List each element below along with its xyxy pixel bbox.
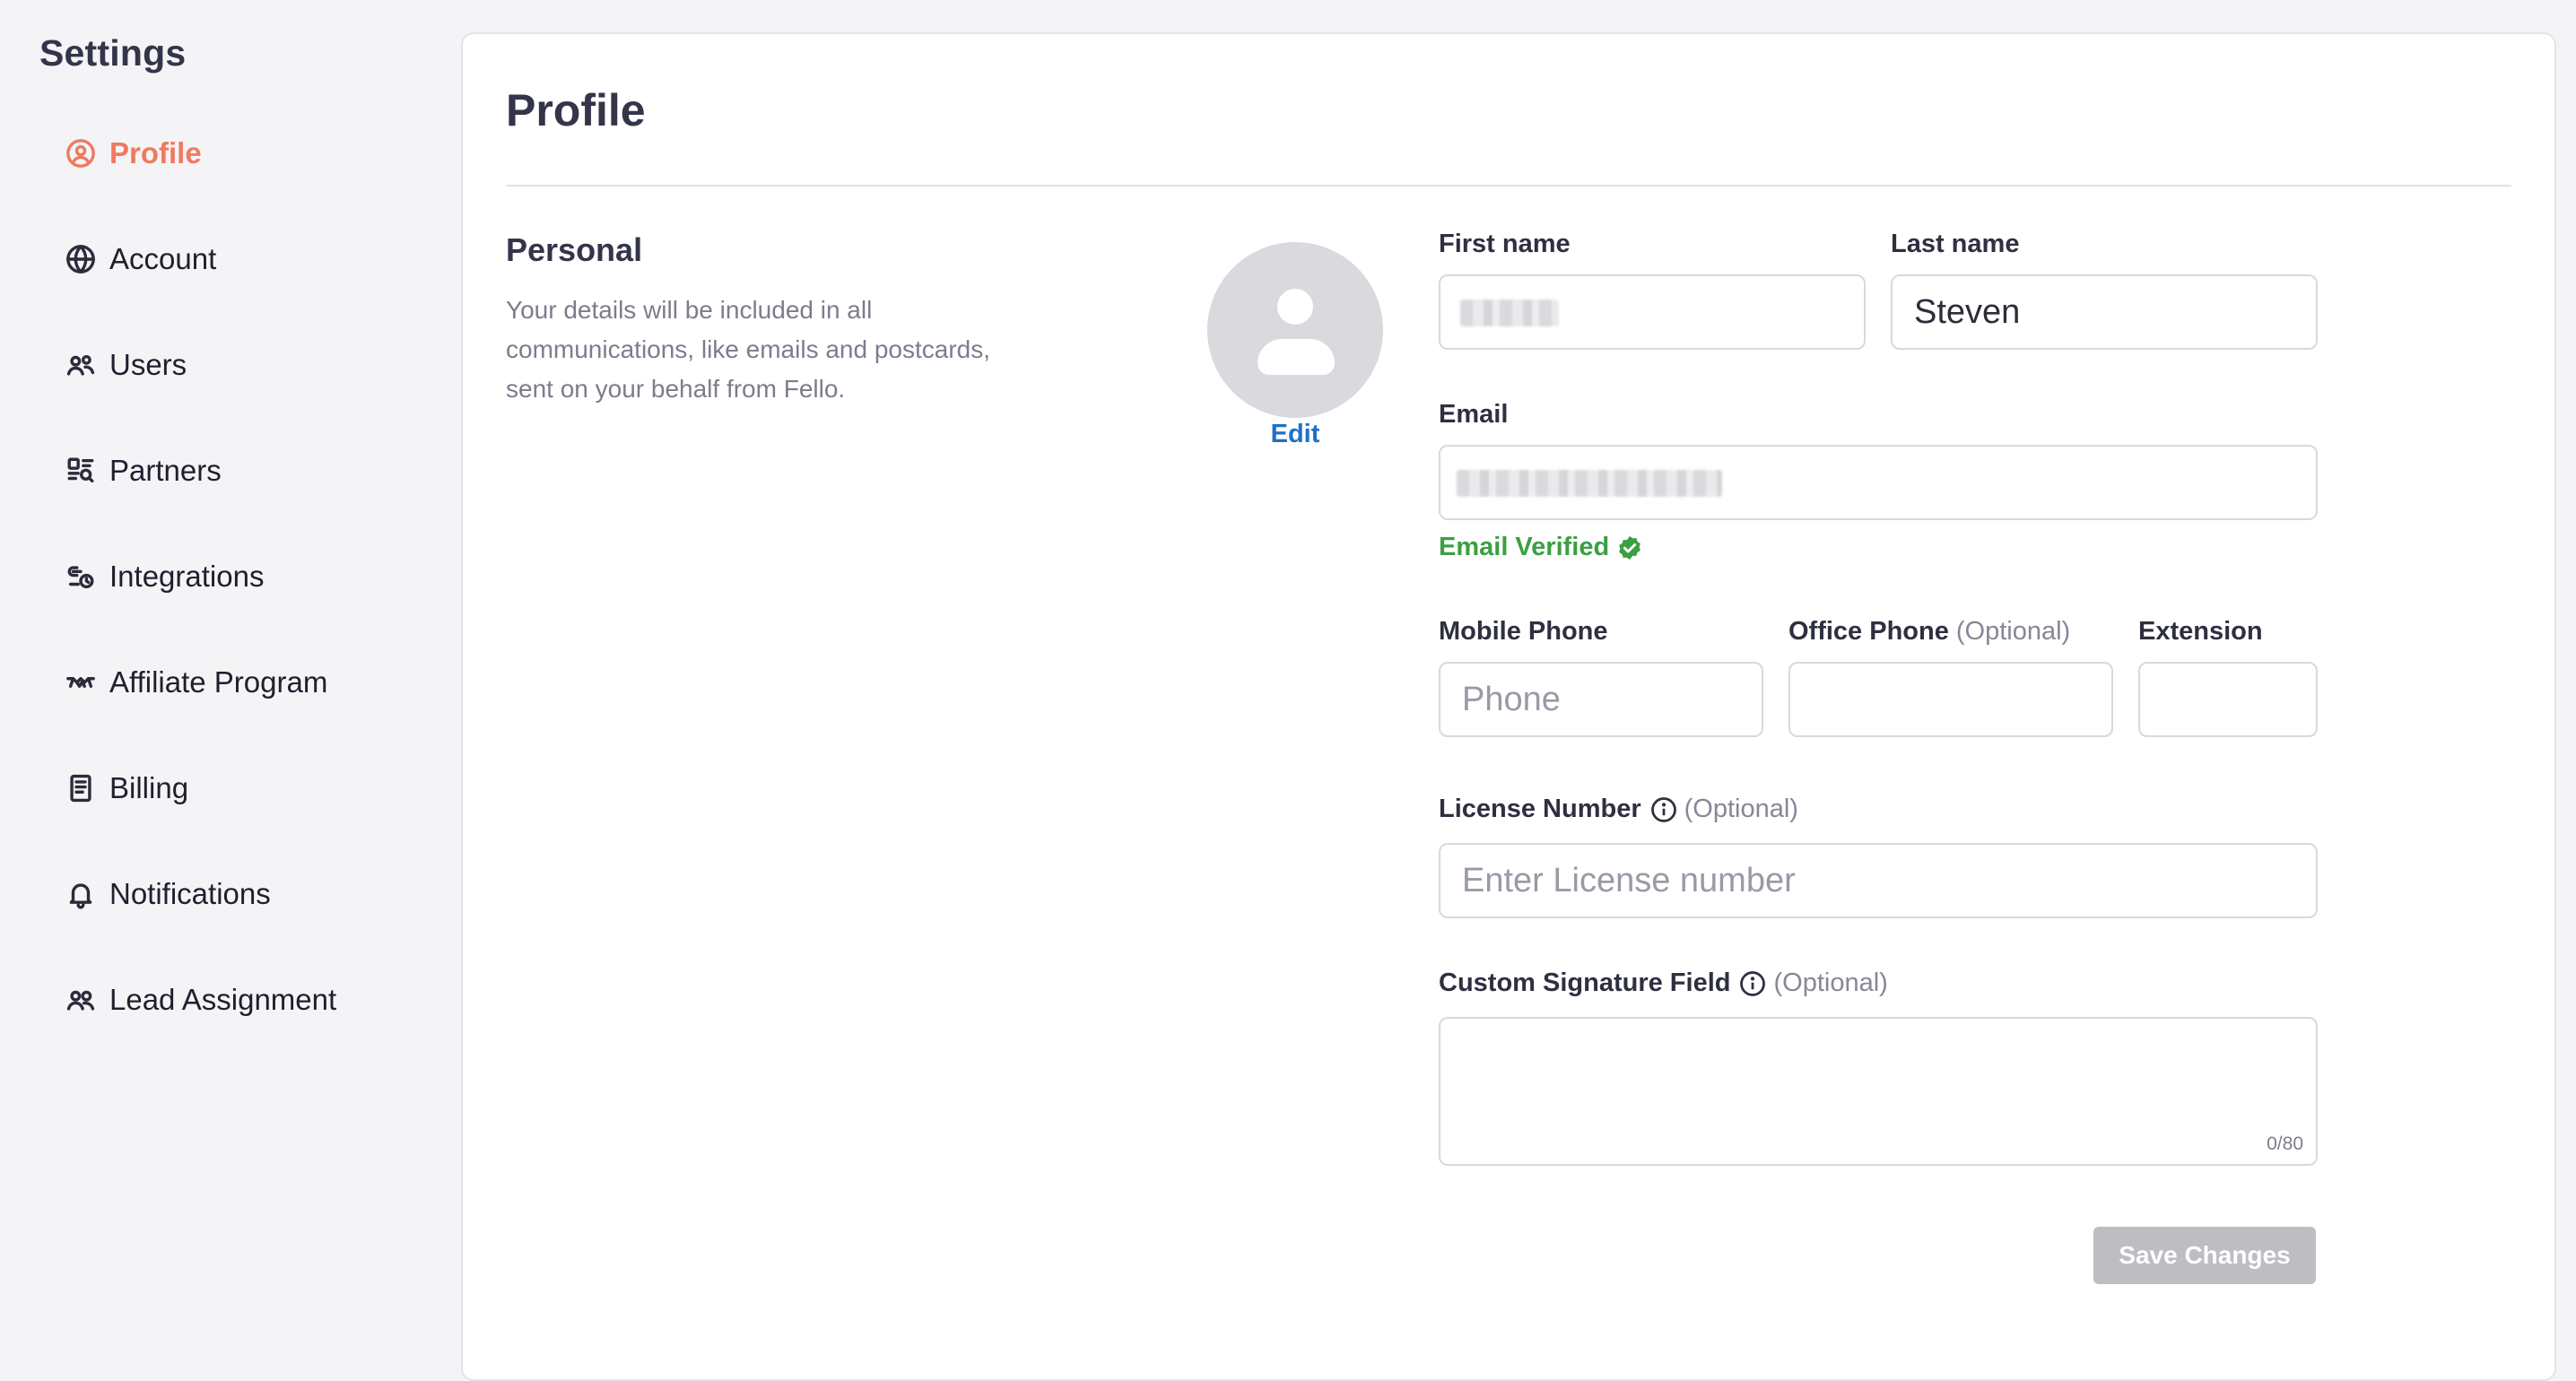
sidebar-item-users[interactable]: Users: [65, 338, 187, 392]
avatar[interactable]: [1207, 242, 1383, 418]
partners-icon: [65, 455, 97, 487]
mobile-phone-input[interactable]: [1439, 662, 1763, 737]
redacted-first-name: [1460, 300, 1559, 326]
mobile-phone-label: Mobile Phone: [1439, 617, 1608, 646]
sidebar-item-label: Billing: [109, 771, 189, 804]
sidebar-item-label: Users: [109, 348, 187, 381]
sidebar-item-label: Partners: [109, 454, 222, 487]
office-phone-input[interactable]: [1788, 662, 2113, 737]
email-label: Email: [1439, 400, 1509, 429]
sidebar-item-affiliate-program[interactable]: Affiliate Program: [65, 656, 327, 709]
last-name-input[interactable]: [1891, 274, 2318, 350]
divider: [506, 185, 2511, 187]
sidebar-item-account[interactable]: Account: [65, 232, 216, 286]
custom-signature-label: Custom Signature Field (Optional): [1439, 968, 1888, 997]
sidebar-item-label: Profile: [109, 136, 202, 169]
first-name-label: First name: [1439, 230, 1571, 258]
redacted-email: [1457, 470, 1722, 497]
bell-icon: [65, 878, 97, 910]
page-title: Profile: [506, 85, 646, 135]
email-verified-status: Email Verified: [1439, 533, 1643, 562]
last-name-label: Last name: [1891, 230, 2020, 258]
sidebar-item-integrations[interactable]: Integrations: [65, 550, 264, 604]
extension-label: Extension: [2138, 617, 2263, 646]
globe-icon: [65, 243, 97, 275]
custom-signature-textarea[interactable]: 0/80: [1439, 1017, 2318, 1166]
sidebar-item-label: Notifications: [109, 877, 271, 910]
sidebar-item-notifications[interactable]: Notifications: [65, 867, 271, 921]
section-title: Personal: [506, 231, 643, 268]
users-icon: [65, 349, 97, 381]
info-icon[interactable]: [1650, 796, 1677, 823]
sidebar-item-label: Lead Assignment: [109, 983, 337, 1016]
license-number-label: License Number (Optional): [1439, 795, 1798, 823]
license-number-input[interactable]: [1439, 843, 2318, 918]
sidebar-item-label: Affiliate Program: [109, 665, 328, 699]
avatar-placeholder-icon: [1277, 289, 1313, 325]
user-circle-icon: [65, 137, 97, 169]
character-counter: 0/80: [2267, 1133, 2303, 1154]
avatar-edit-link[interactable]: Edit: [1238, 420, 1353, 449]
sidebar-item-lead-assignment[interactable]: Lead Assignment: [65, 973, 336, 1027]
handshake-icon: [65, 666, 97, 699]
settings-sidebar: Settings Profile Account Users Partners …: [0, 0, 448, 1340]
sidebar-item-partners[interactable]: Partners: [65, 444, 222, 498]
integrations-icon: [65, 560, 97, 593]
verified-check-icon: [1616, 534, 1643, 561]
office-phone-label: Office Phone (Optional): [1788, 617, 2071, 646]
extension-input[interactable]: [2138, 662, 2318, 737]
section-description: Your details will be included in all com…: [506, 296, 991, 403]
save-changes-button[interactable]: Save Changes: [2093, 1227, 2316, 1284]
user-group-icon: [65, 984, 97, 1016]
sidebar-item-profile[interactable]: Profile: [65, 126, 202, 180]
sidebar-item-label: Account: [109, 242, 217, 275]
info-icon[interactable]: [1739, 970, 1766, 997]
sidebar-title: Settings: [39, 32, 187, 74]
sidebar-item-billing[interactable]: Billing: [65, 761, 188, 815]
receipt-icon: [65, 772, 97, 804]
sidebar-item-label: Integrations: [109, 560, 265, 593]
